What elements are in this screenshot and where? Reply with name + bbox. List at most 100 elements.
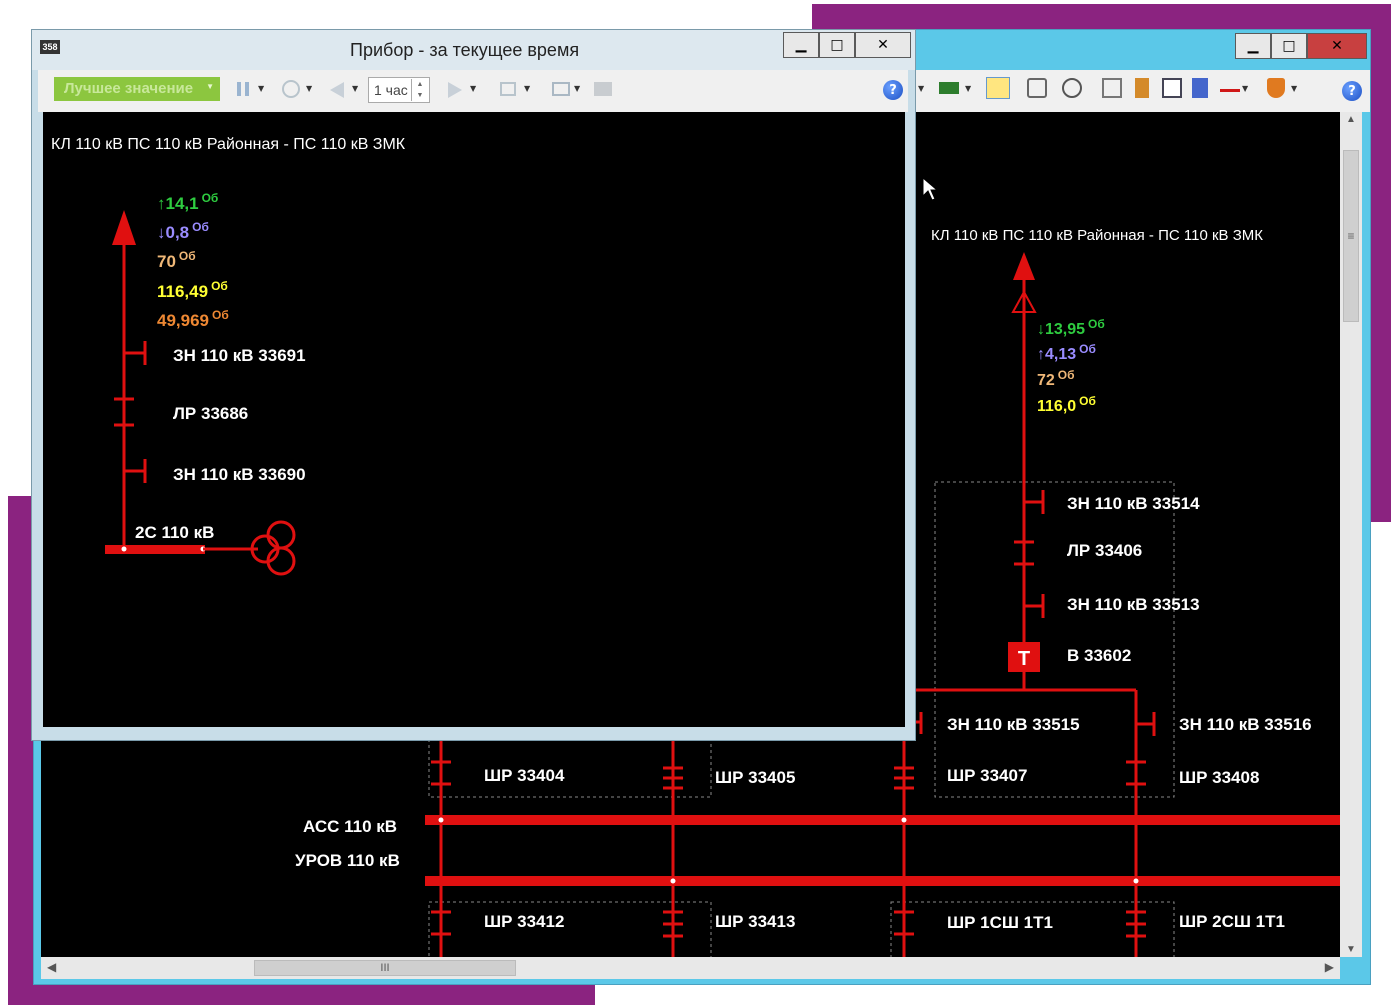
help-icon[interactable]: ? (1342, 81, 1362, 101)
pen-icon[interactable] (1220, 78, 1240, 92)
measurement-reactive-power: ↓0,8 Об (157, 220, 209, 242)
front-measurements: ↑14,1 Об ↓0,8 Об 70 Об 116,49 Об 49,969 Об (157, 191, 229, 330)
shield-icon[interactable] (1267, 78, 1285, 98)
dropdown-arrow-icon: ▼ (965, 84, 972, 93)
bay-boundary (934, 481, 1175, 798)
front-title-bar[interactable]: 358 Прибор - за текущее время ▁ □ ✕ (32, 30, 915, 70)
label-shr-33405: ШР 33405 (715, 768, 795, 787)
compass-icon[interactable] (1062, 78, 1082, 98)
label-zn-33691: ЗН 110 кВ 33691 (173, 346, 306, 365)
dropdown-arrow-icon: ▼ (352, 84, 359, 93)
help-icon[interactable]: ? (883, 80, 903, 100)
list-icon[interactable] (1192, 78, 1208, 98)
bay-boundary (428, 901, 712, 957)
horizontal-scrollbar[interactable]: ◀ III ▶ (41, 957, 1340, 979)
dropdown-arrow-icon: ▼ (918, 84, 925, 93)
label-zn-33513: ЗН 110 кВ 33513 (1067, 595, 1200, 614)
measurement-voltage: 116,0 Об (1037, 394, 1096, 415)
label-shr-2sh: ШР 2СШ 1Т1 (1179, 912, 1285, 931)
pause-icon[interactable] (237, 82, 249, 96)
arrow-up-icon (112, 210, 136, 245)
arrow-up-icon (1013, 252, 1035, 280)
label-shr-1sh: ШР 1СШ 1Т1 (947, 913, 1053, 932)
bus-urov (425, 876, 1340, 886)
front-window-title: Прибор - за текущее время (350, 40, 580, 60)
label-lr-33406: ЛР 33406 (1067, 541, 1142, 560)
breaker-letter: Т (1018, 648, 1030, 670)
back-scheme-title: КЛ 110 кВ ПС 110 кВ Районная - ПС 110 кВ… (931, 227, 1263, 244)
measurement-reactive-power: ↑4,13 Об (1037, 342, 1096, 363)
history-icon[interactable] (282, 80, 300, 98)
vertical-scrollbar[interactable]: ▲ ≡ ▼ (1340, 112, 1362, 957)
dropdown-arrow-icon: ▼ (470, 84, 477, 93)
measurement-current: 70 Об (157, 249, 196, 271)
label-zn-33515: ЗН 110 кВ 33515 (947, 715, 1080, 734)
note-icon[interactable] (986, 77, 1010, 99)
front-scheme-title: КЛ 110 кВ ПС 110 кВ Районная - ПС 110 кВ… (51, 136, 406, 153)
app-icon: 358 (40, 40, 60, 54)
dropdown-arrow-icon: ▼ (258, 84, 265, 93)
print-icon[interactable] (594, 82, 612, 96)
label-lr-33686: ЛР 33686 (173, 404, 248, 423)
dropdown-arrow-icon: ▼ (206, 82, 214, 91)
period-value: 1 час (374, 82, 408, 98)
label-bus-urov: УРОВ 110 кВ (295, 851, 400, 870)
measurement-voltage: 116,49 Об (157, 279, 228, 301)
scroll-up-icon[interactable]: ▲ (1346, 114, 1356, 125)
step-forward-icon[interactable] (448, 82, 462, 98)
transformer-icon[interactable] (250, 520, 296, 576)
label-shr-33404: ШР 33404 (484, 766, 565, 785)
horizontal-scroll-thumb[interactable]: III (254, 960, 516, 976)
label-bus-2s: 2С 110 кВ (135, 523, 214, 542)
measurement-current: 72 Об (1037, 368, 1075, 389)
back-maximize-button[interactable]: □ (1271, 33, 1307, 59)
calendar-icon[interactable] (1162, 78, 1182, 98)
label-v-33602: В 33602 (1067, 646, 1131, 665)
measurement-active-power: ↑14,1 Об (157, 191, 218, 213)
label-shr-33413: ШР 33413 (715, 912, 795, 931)
front-close-button[interactable]: ✕ (855, 32, 911, 58)
disconnector-group (431, 760, 1146, 938)
front-toolbar: Лучшее значение ▼ ▼ ▼ ▼ 1 час ▲ ▼ ▼ ▼ ▼ ? (38, 70, 908, 112)
bus-ass (425, 815, 1340, 825)
dropdown-arrow-icon: ▼ (1242, 84, 1249, 93)
dropdown-arrow-icon: ▼ (574, 84, 581, 93)
phone-icon[interactable] (1102, 78, 1122, 98)
front-minimize-button[interactable]: ▁ (783, 32, 819, 58)
spinner-arrows-icon[interactable]: ▲ ▼ (411, 79, 428, 101)
measurement-frequency: 49,969 Об (157, 308, 229, 330)
best-value-button[interactable]: Лучшее значение ▼ (54, 77, 220, 101)
scroll-left-icon[interactable]: ◀ (47, 960, 56, 974)
front-window: 358 Прибор - за текущее время ▁ □ ✕ Лучш… (31, 29, 916, 741)
monitor-icon[interactable] (939, 82, 959, 94)
label-zn-33690: ЗН 110 кВ 33690 (173, 465, 306, 484)
best-value-label: Лучшее значение (64, 80, 194, 97)
vertical-scroll-thumb[interactable]: ≡ (1343, 150, 1359, 322)
label-shr-33408: ШР 33408 (1179, 768, 1259, 787)
period-spinner[interactable]: 1 час ▲ ▼ (368, 77, 430, 103)
find-icon[interactable] (1027, 78, 1047, 98)
label-shr-33407: ШР 33407 (947, 766, 1027, 785)
step-back-icon[interactable] (330, 82, 344, 98)
back-minimize-button[interactable]: ▁ (1235, 33, 1271, 59)
mouse-cursor-icon (922, 177, 938, 201)
front-maximize-button[interactable]: □ (819, 32, 855, 58)
label-zn-33516: ЗН 110 кВ 33516 (1179, 715, 1312, 734)
scroll-down-icon[interactable]: ▼ (1346, 944, 1356, 955)
label-bus-ass: АСС 110 кВ (303, 817, 397, 836)
dropdown-arrow-icon: ▼ (306, 84, 313, 93)
back-measurements: ↓13,95 Об ↑4,13 Об 72 Об 116,0 Об (1037, 317, 1105, 415)
tree-icon[interactable] (1135, 78, 1149, 98)
front-scheme-svg: КЛ 110 кВ ПС 110 кВ Районная - ПС 110 кВ… (51, 136, 406, 576)
label-shr-33412: ШР 33412 (484, 912, 564, 931)
label-zn-33514: ЗН 110 кВ 33514 (1067, 494, 1200, 513)
back-close-button[interactable]: ✕ (1307, 33, 1367, 59)
scroll-right-icon[interactable]: ▶ (1325, 960, 1334, 974)
fit-frame-icon[interactable] (500, 82, 516, 96)
dropdown-arrow-icon: ▼ (524, 84, 531, 93)
bus-2s (105, 545, 205, 554)
export-icon[interactable] (552, 82, 570, 96)
dropdown-arrow-icon: ▼ (1291, 84, 1298, 93)
front-scheme-canvas: КЛ 110 кВ ПС 110 кВ Районная - ПС 110 кВ… (43, 112, 905, 727)
measurement-active-power: ↓13,95 Об (1037, 317, 1105, 338)
